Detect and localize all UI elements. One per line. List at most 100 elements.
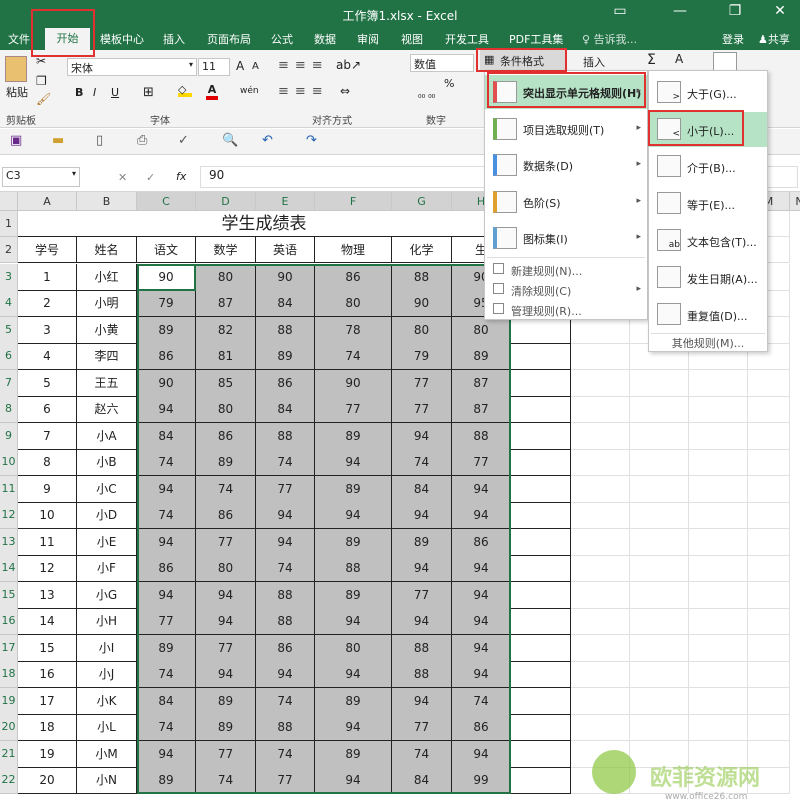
tab-view[interactable]: 视图: [401, 31, 423, 47]
empty-cell[interactable]: [689, 476, 748, 503]
data-cell[interactable]: 小F: [77, 555, 137, 582]
align-top-icons[interactable]: ≡≡≡: [278, 58, 329, 73]
tell-me-search[interactable]: ♀ 告诉我...: [582, 31, 637, 47]
paste-icon[interactable]: [5, 56, 27, 82]
empty-cell[interactable]: [748, 370, 790, 397]
cf-menu-small-item[interactable]: 管理规则(R)...: [485, 300, 647, 320]
empty-cell[interactable]: [630, 476, 689, 503]
close-button[interactable]: ✕: [760, 3, 800, 19]
empty-cell[interactable]: [748, 449, 790, 476]
tab-developer[interactable]: 开发工具: [445, 31, 489, 47]
empty-cell[interactable]: [689, 635, 748, 662]
empty-cell[interactable]: [511, 502, 571, 529]
save-icon[interactable]: ▣: [10, 133, 22, 148]
row-header[interactable]: 8: [0, 396, 18, 423]
empty-cell[interactable]: [511, 449, 571, 476]
empty-cell[interactable]: [571, 502, 630, 529]
submenu-item[interactable]: 发生日期(A)...: [649, 260, 767, 295]
row-header[interactable]: 21: [0, 741, 18, 768]
row-header[interactable]: 1: [0, 211, 18, 237]
empty-cell[interactable]: [630, 608, 689, 635]
tab-file[interactable]: 文件: [8, 31, 30, 47]
data-cell[interactable]: 10: [18, 502, 77, 529]
column-header[interactable]: A: [18, 192, 77, 211]
row-header[interactable]: 3: [0, 264, 18, 291]
empty-cell[interactable]: [571, 688, 630, 715]
empty-cell[interactable]: [630, 582, 689, 609]
row-header[interactable]: 6: [0, 343, 18, 370]
header-cell[interactable]: 学号: [18, 237, 77, 263]
column-header[interactable]: N: [790, 192, 800, 211]
empty-cell[interactable]: [511, 714, 571, 741]
row-header[interactable]: 2: [0, 237, 18, 263]
cf-menu-item[interactable]: 数据条(D) ▸: [485, 148, 647, 182]
empty-cell[interactable]: [689, 529, 748, 556]
cf-menu-small-item[interactable]: 清除规则(C) ▸: [485, 280, 647, 300]
sheet-title[interactable]: 学生成绩表: [18, 211, 511, 237]
empty-cell[interactable]: [511, 661, 571, 688]
data-cell[interactable]: 小K: [77, 688, 137, 715]
empty-cell[interactable]: [571, 529, 630, 556]
empty-cell[interactable]: [630, 502, 689, 529]
data-cell[interactable]: 小C: [77, 476, 137, 503]
empty-cell[interactable]: [689, 608, 748, 635]
row-header[interactable]: 12: [0, 502, 18, 529]
empty-cell[interactable]: [689, 423, 748, 450]
share-button[interactable]: ♟共享: [758, 31, 790, 47]
more-rules-item[interactable]: 其他规则(M)...: [649, 335, 767, 351]
empty-cell[interactable]: [511, 608, 571, 635]
empty-cell[interactable]: [511, 476, 571, 503]
fill-color-icon[interactable]: ◇: [178, 83, 192, 97]
shrink-font-button[interactable]: A: [252, 61, 259, 72]
new-file-icon[interactable]: ▯: [96, 133, 103, 148]
data-cell[interactable]: 15: [18, 635, 77, 662]
empty-cell[interactable]: [571, 449, 630, 476]
empty-cell[interactable]: [571, 661, 630, 688]
empty-cell[interactable]: [511, 688, 571, 715]
data-cell[interactable]: 14: [18, 608, 77, 635]
row-header[interactable]: 15: [0, 582, 18, 609]
empty-cell[interactable]: [748, 661, 790, 688]
data-cell[interactable]: 18: [18, 714, 77, 741]
data-cell[interactable]: 小E: [77, 529, 137, 556]
login-link[interactable]: 登录: [722, 31, 744, 47]
empty-cell[interactable]: [511, 396, 571, 423]
row-header[interactable]: 9: [0, 423, 18, 450]
data-cell[interactable]: 小J: [77, 661, 137, 688]
row-header[interactable]: 19: [0, 688, 18, 715]
row-header[interactable]: 4: [0, 290, 18, 317]
tab-layout[interactable]: 页面布局: [207, 31, 251, 47]
header-cell[interactable]: 英语: [256, 237, 315, 263]
data-cell[interactable]: 小L: [77, 714, 137, 741]
minimize-button[interactable]: —: [660, 3, 700, 19]
empty-cell[interactable]: [748, 555, 790, 582]
column-header[interactable]: D: [196, 192, 256, 211]
borders-icon[interactable]: ⊞: [143, 85, 154, 100]
submenu-item[interactable]: 重复值(D)...: [649, 297, 767, 332]
insert-cells-button[interactable]: 插入: [583, 54, 605, 70]
data-cell[interactable]: 13: [18, 582, 77, 609]
row-header[interactable]: 10: [0, 449, 18, 476]
name-box[interactable]: C3 ▾: [2, 167, 80, 187]
empty-cell[interactable]: [748, 476, 790, 503]
data-cell[interactable]: 赵六: [77, 396, 137, 423]
row-header[interactable]: 18: [0, 661, 18, 688]
empty-cell[interactable]: [689, 582, 748, 609]
empty-cell[interactable]: [511, 582, 571, 609]
empty-cell[interactable]: [630, 396, 689, 423]
function-icon[interactable]: fx: [176, 170, 186, 183]
empty-cell[interactable]: [630, 370, 689, 397]
empty-cell[interactable]: [630, 529, 689, 556]
empty-cell[interactable]: [689, 714, 748, 741]
tab-insert[interactable]: 插入: [163, 31, 185, 47]
data-cell[interactable]: 20: [18, 767, 77, 794]
data-cell[interactable]: 小A: [77, 423, 137, 450]
data-cell[interactable]: 6: [18, 396, 77, 423]
underline-button[interactable]: U: [111, 86, 119, 99]
data-cell[interactable]: 9: [18, 476, 77, 503]
empty-cell[interactable]: [511, 370, 571, 397]
empty-cell[interactable]: [630, 423, 689, 450]
empty-cell[interactable]: [511, 635, 571, 662]
empty-cell[interactable]: [748, 582, 790, 609]
column-header[interactable]: G: [392, 192, 452, 211]
